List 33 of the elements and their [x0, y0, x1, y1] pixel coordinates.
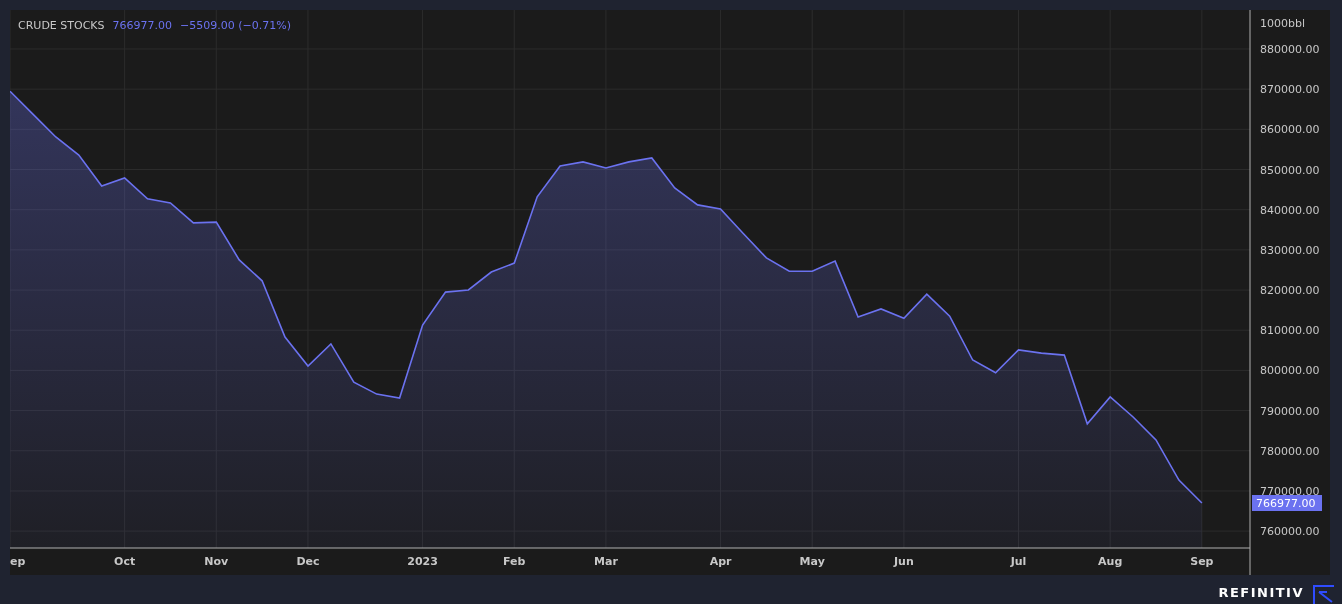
x-axis-label: Mar: [594, 555, 618, 568]
y-axis-label: 840000.00: [1260, 203, 1320, 217]
x-axis-label: Oct: [114, 555, 136, 568]
symbol-label: CRUDE STOCKS: [18, 18, 105, 34]
x-axis-label: Jul: [1010, 555, 1027, 568]
brand-wordmark: REFINITIV: [1218, 583, 1304, 602]
x-axis-label: Sep: [1190, 555, 1214, 568]
y-axis-label: 760000.00: [1260, 525, 1320, 539]
y-axis-label: 800000.00: [1260, 364, 1320, 378]
y-axis-label: 850000.00: [1260, 163, 1320, 177]
y-axis-label: 860000.00: [1260, 123, 1320, 137]
price-change: −5509.00 (−0.71%): [180, 18, 291, 34]
x-axis-label: ep: [10, 555, 26, 568]
y-axis-label: 780000.00: [1260, 444, 1320, 458]
y-axis-label: 790000.00: [1260, 404, 1320, 418]
x-axis-label: 2023: [407, 555, 438, 568]
y-axis-label: 820000.00: [1260, 284, 1320, 298]
x-axis-label: Aug: [1098, 555, 1123, 568]
y-axis-label: 830000.00: [1260, 243, 1320, 257]
y-axis-label: 770000.00: [1260, 484, 1320, 498]
y-axis-label: 870000.00: [1260, 83, 1320, 97]
x-axis-label: May: [799, 555, 825, 568]
x-axis-label: Dec: [296, 555, 320, 568]
x-axis-label: Nov: [204, 555, 229, 568]
y-axis-label: 810000.00: [1260, 324, 1320, 338]
last-value-badge: 766977.00: [1252, 495, 1322, 511]
x-axis-label: Feb: [503, 555, 526, 568]
last-price: 766977.00: [112, 18, 173, 34]
corner-arrow-icon: [1312, 584, 1336, 604]
y-axis-label: 880000.00: [1260, 42, 1320, 56]
axis-unit-label: 1000bbl: [1260, 17, 1305, 30]
x-axis-label: Apr: [709, 555, 732, 568]
x-axis-label: Jun: [894, 555, 914, 568]
